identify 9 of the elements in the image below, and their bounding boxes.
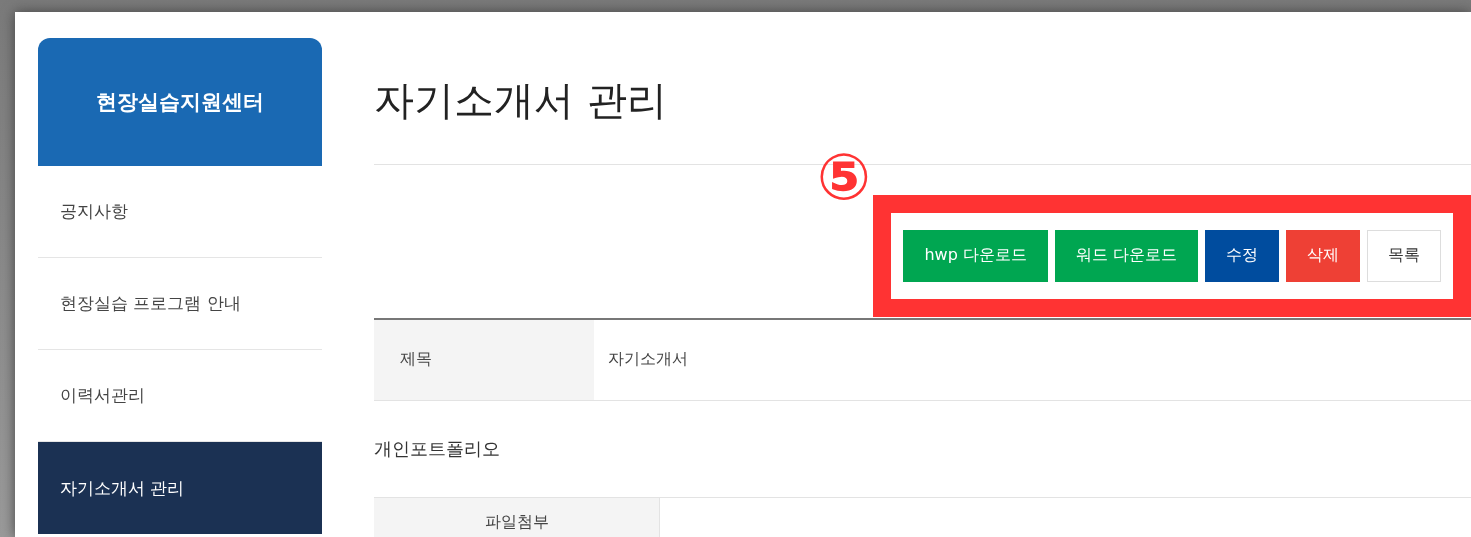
- edit-button[interactable]: 수정: [1205, 229, 1279, 282]
- field-label: 제목: [374, 319, 594, 400]
- section-title: 개인포트폴리오: [374, 400, 1471, 498]
- sidebar-header: 현장실습지원센터: [38, 38, 322, 166]
- field-label: 파일첨부: [374, 497, 660, 537]
- sidebar-item[interactable]: 자기소개서 관리: [38, 442, 322, 534]
- delete-button[interactable]: 삭제: [1286, 229, 1360, 282]
- field-value: 자기소개서: [607, 348, 689, 371]
- list-button[interactable]: 목록: [1367, 229, 1441, 282]
